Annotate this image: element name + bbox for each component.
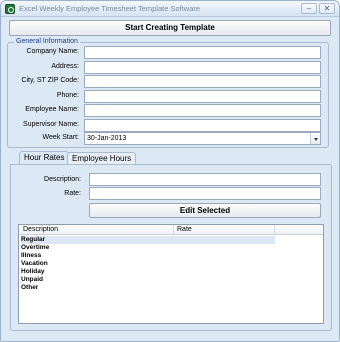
list-item[interactable]: Other bbox=[21, 284, 38, 292]
start-creating-template-button[interactable]: Start Creating Template bbox=[9, 20, 331, 36]
week-start-label: Week Start: bbox=[42, 134, 79, 141]
title-bar: Excel Weekly Employee Timesheet Template… bbox=[1, 1, 339, 17]
list-item-description: Illness bbox=[21, 252, 42, 259]
city-st-zip-field[interactable] bbox=[84, 75, 321, 88]
week-start-combobox[interactable]: 30-Jan-2013 bbox=[84, 132, 321, 145]
list-item-description: Vacation bbox=[21, 260, 48, 267]
address-field[interactable] bbox=[84, 61, 321, 74]
edit-selected-button[interactable]: Edit Selected bbox=[89, 203, 321, 218]
list-item[interactable]: Overtime bbox=[21, 244, 49, 252]
column-divider bbox=[173, 225, 174, 235]
company-name-label: Company Name: bbox=[26, 48, 79, 55]
list-item-description: Overtime bbox=[21, 244, 50, 251]
column-description[interactable]: Description bbox=[23, 226, 58, 233]
week-start-value: 30-Jan-2013 bbox=[87, 135, 127, 142]
list-header: Description Rate bbox=[19, 225, 323, 235]
city-st-zip-label: City, ST ZIP Code: bbox=[21, 77, 79, 84]
list-item-description: Other bbox=[21, 284, 39, 291]
column-divider bbox=[274, 225, 275, 235]
supervisor-name-field[interactable] bbox=[84, 119, 321, 132]
list-item[interactable]: Illness bbox=[21, 252, 41, 260]
supervisor-name-label: Supervisor Name: bbox=[22, 121, 79, 128]
column-rate[interactable]: Rate bbox=[177, 226, 192, 233]
app-window: Excel Weekly Employee Timesheet Template… bbox=[0, 0, 340, 342]
list-item[interactable]: Unpaid bbox=[21, 276, 43, 284]
tab-hour-rates[interactable]: Hour Rates bbox=[19, 151, 70, 165]
address-label: Address: bbox=[51, 63, 79, 70]
list-item[interactable]: Vacation bbox=[21, 260, 48, 268]
list-item-description: Unpaid bbox=[21, 276, 44, 283]
description-label: Description: bbox=[44, 176, 81, 183]
hour-rates-list[interactable]: Description Rate Regular Overtime Illnes… bbox=[18, 224, 324, 324]
phone-label: Phone: bbox=[56, 92, 79, 99]
employee-name-field[interactable] bbox=[84, 104, 321, 117]
employee-name-label: Employee Name: bbox=[25, 106, 79, 113]
window-title: Excel Weekly Employee Timesheet Template… bbox=[19, 4, 201, 13]
list-item[interactable]: Regular bbox=[21, 236, 275, 244]
minimize-button[interactable]: – bbox=[301, 3, 317, 14]
rate-input[interactable] bbox=[89, 187, 321, 200]
list-item-description: Regular bbox=[21, 236, 46, 243]
list-item-description: Holiday bbox=[21, 268, 45, 275]
excel-app-icon bbox=[5, 4, 15, 14]
rate-label: Rate: bbox=[64, 190, 81, 197]
general-information-title: General Information bbox=[14, 38, 80, 45]
chevron-down-icon[interactable] bbox=[310, 133, 320, 144]
close-button[interactable]: ✕ bbox=[319, 3, 335, 14]
hour-rates-panel: Description: Rate: Edit Selected Descrip… bbox=[10, 164, 332, 331]
list-item[interactable]: Holiday bbox=[21, 268, 44, 276]
phone-field[interactable] bbox=[84, 90, 321, 103]
description-input[interactable] bbox=[89, 173, 321, 186]
company-name-field[interactable] bbox=[84, 46, 321, 59]
